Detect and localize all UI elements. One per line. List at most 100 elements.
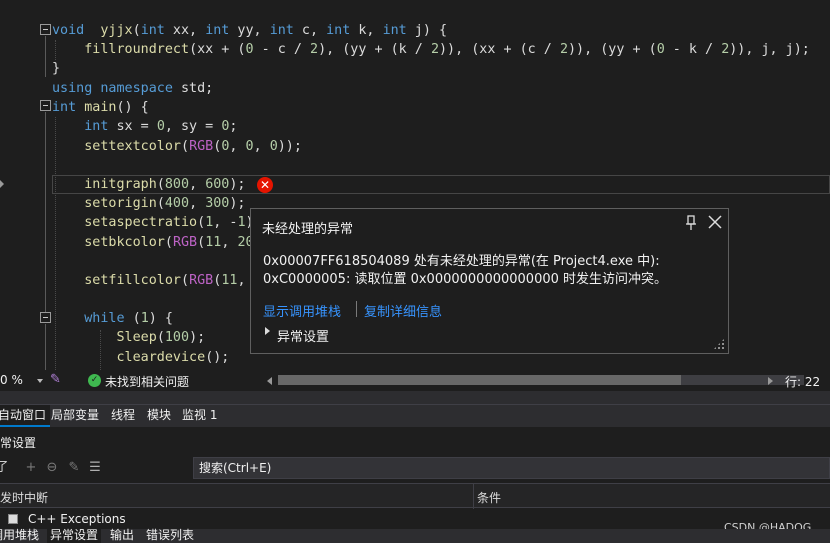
code-line[interactable]: setfillcolor(RGB(11, xyxy=(52,271,245,290)
expand-triangle-icon[interactable] xyxy=(265,327,270,335)
code-line[interactable]: settextcolor(RGB(0, 0, 0)); xyxy=(52,137,302,156)
tab-watch-1[interactable]: 监视 1 xyxy=(178,405,221,427)
code-line[interactable]: Sleep(100); xyxy=(52,328,206,347)
code-token: ); xyxy=(229,196,246,211)
code-token: std; xyxy=(172,81,214,96)
code-token: 2 xyxy=(559,42,568,57)
error-icon[interactable]: ✕ xyxy=(257,177,273,193)
code-token: int xyxy=(84,119,109,134)
list-restore-icon[interactable]: ☰ xyxy=(88,461,102,475)
code-line[interactable]: using namespace std; xyxy=(52,79,213,98)
exception-settings-expander[interactable]: 异常设置 xyxy=(277,326,329,345)
code-line[interactable]: void yjjx(int xx, int yy, int c, int k, … xyxy=(52,21,447,40)
exception-category-label: C++ Exceptions xyxy=(28,512,126,526)
code-line[interactable]: cleardevice(); xyxy=(52,348,230,367)
code-token: k, xyxy=(350,23,383,38)
column-separator[interactable] xyxy=(473,484,474,509)
issues-status[interactable]: 未找到相关问题 xyxy=(105,373,189,390)
code-token: setbkcolor xyxy=(84,235,165,250)
code-token: ( xyxy=(156,177,165,192)
panel-splitter[interactable] xyxy=(0,391,830,405)
scroll-left-icon[interactable] xyxy=(267,377,272,385)
add-icon[interactable]: + xyxy=(24,461,38,475)
code-token: 0 xyxy=(656,42,665,57)
remove-icon[interactable]: ⊖ xyxy=(45,461,59,475)
table-row[interactable]: C++ Exceptions xyxy=(0,509,830,529)
tab-output[interactable]: 输出 xyxy=(107,527,137,543)
exception-checkbox[interactable] xyxy=(8,514,18,524)
fold-toggle-yjjx[interactable] xyxy=(40,24,51,35)
filter-icon[interactable]: 了 xyxy=(0,461,9,475)
tab-threads[interactable]: 线程 xyxy=(107,405,139,427)
code-token: RGB xyxy=(189,273,214,288)
code-token: ( xyxy=(164,235,173,250)
fold-toggle-while[interactable] xyxy=(40,312,51,323)
tab-modules[interactable]: 模块 xyxy=(143,405,175,427)
exception-message-line2: 0xC0000005: 读取位置 0x0000000000000000 时发生访… xyxy=(263,272,668,287)
column-condition[interactable]: 条件 xyxy=(477,489,501,506)
code-token: 2 xyxy=(430,42,439,57)
tab-call-stack[interactable]: 调用堆栈 xyxy=(0,527,42,543)
code-cleanup-icon[interactable]: ✎ xyxy=(50,373,64,387)
code-line[interactable]: } xyxy=(52,59,60,78)
code-line[interactable]: while (1) { xyxy=(52,309,173,328)
chevron-down-icon[interactable] xyxy=(37,379,43,383)
show-callstack-link[interactable]: 显示调用堆栈 xyxy=(263,301,341,320)
scrollbar-thumb[interactable] xyxy=(278,375,681,385)
code-token: 800 xyxy=(164,177,190,192)
tab-error-list[interactable]: 错误列表 xyxy=(143,527,197,543)
horizontal-scrollbar[interactable] xyxy=(278,375,804,385)
fold-toggle-main[interactable] xyxy=(40,100,51,111)
search-input[interactable]: 搜索(Ctrl+E) xyxy=(193,457,830,479)
edit-icon[interactable]: ✎ xyxy=(67,461,81,475)
code-token: , xyxy=(189,196,206,211)
code-token: xx, xyxy=(164,23,206,38)
editor-status-bar: 0 % ✎ ✓ 未找到相关问题 行: 22 xyxy=(0,370,830,391)
code-line[interactable]: setbkcolor(RGB(11, 200 xyxy=(52,233,261,252)
tab-locals[interactable]: 局部变量 xyxy=(47,405,103,427)
code-line[interactable]: setorigin(400, 300); xyxy=(52,194,246,213)
code-line[interactable]: setaspectratio(1, -1); xyxy=(52,213,261,232)
code-token: 100 xyxy=(164,330,190,345)
code-token: ( xyxy=(197,215,206,230)
resize-grip-icon[interactable] xyxy=(713,338,725,350)
copy-details-link[interactable]: 复制详细信息 xyxy=(364,301,442,320)
code-line[interactable]: initgraph(800, 600); xyxy=(52,175,245,194)
code-token: while xyxy=(84,311,125,326)
scroll-right-icon[interactable] xyxy=(768,377,773,385)
code-token: 600 xyxy=(205,177,230,192)
code-token: ; xyxy=(229,119,238,134)
current-line-arrow-icon xyxy=(0,180,4,188)
tab-exception-settings[interactable]: 异常设置 xyxy=(47,527,102,543)
code-token: ); xyxy=(189,330,206,345)
code-token: 0 xyxy=(269,139,278,154)
code-token: , xyxy=(229,139,246,154)
code-token: ( xyxy=(197,235,206,250)
code-token: () { xyxy=(116,100,149,115)
code-token: 1 xyxy=(237,215,246,230)
code-line[interactable]: int main() { xyxy=(52,98,149,117)
code-token: setorigin xyxy=(84,196,157,211)
code-token: ( xyxy=(124,311,141,326)
code-line[interactable]: int sx = 0, sy = 0; xyxy=(52,117,237,136)
code-token: (); xyxy=(205,350,230,365)
code-token: - k / xyxy=(664,42,722,57)
pin-icon[interactable] xyxy=(684,215,698,231)
code-token: settextcolor xyxy=(84,139,181,154)
tab-autos[interactable]: 自动窗口 xyxy=(0,405,51,427)
zoom-level[interactable]: 0 % xyxy=(0,373,23,387)
panel-title: 异常设置 xyxy=(0,436,37,450)
column-break-when-thrown[interactable]: 引发时中断 xyxy=(0,489,48,506)
code-token: 0 xyxy=(245,42,254,57)
code-token: int xyxy=(382,23,407,38)
code-token: } xyxy=(52,61,61,76)
bottom-panel-tabs: 调用堆栈 异常设置 输出 错误列表 xyxy=(0,527,830,543)
code-token: void xyxy=(52,23,85,38)
code-token: RGB xyxy=(189,139,214,154)
close-icon[interactable] xyxy=(707,214,723,230)
popup-title: 未经处理的异常 xyxy=(262,222,354,237)
code-token: , - xyxy=(213,215,238,230)
code-line[interactable]: fillroundrect(xx + (0 - c / 2), (yy + (k… xyxy=(52,40,810,59)
